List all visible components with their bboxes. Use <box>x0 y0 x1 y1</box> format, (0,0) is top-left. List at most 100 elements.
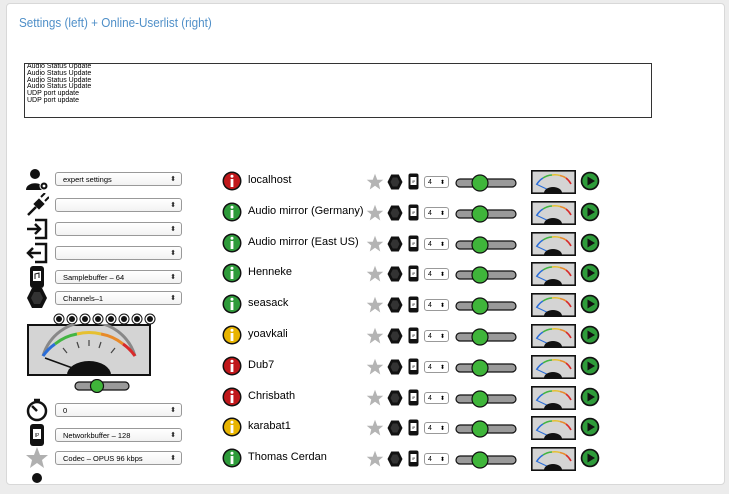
user-buffer-select[interactable]: 4 ⬍ <box>424 360 449 373</box>
play-icon[interactable] <box>580 387 600 407</box>
info-icon[interactable] <box>222 202 242 222</box>
network-buffer-icon: IP <box>408 450 419 467</box>
info-icon[interactable] <box>222 294 242 314</box>
favorite-star-icon[interactable] <box>366 450 384 468</box>
user-buffer-select[interactable]: 4 ⬍ <box>424 268 449 281</box>
channels-hex-icon[interactable] <box>386 296 404 314</box>
user-volume-slider[interactable] <box>455 297 517 315</box>
favorite-star-icon[interactable] <box>366 358 384 376</box>
info-icon[interactable] <box>222 233 242 253</box>
user-volume-slider[interactable] <box>455 235 517 254</box>
channel-dot[interactable] <box>82 316 88 322</box>
user-buffer-select[interactable]: 4 ⬍ <box>424 237 449 250</box>
info-icon[interactable] <box>222 171 242 191</box>
network-buffer-icon: IP <box>408 204 419 221</box>
user-buffer-value: 4 <box>428 271 432 279</box>
user-buffer-select[interactable]: 4 ⬍ <box>424 299 449 312</box>
user-vu-meter <box>531 293 576 318</box>
audio-input-icon <box>27 218 48 240</box>
user-buffer-value: 4 <box>428 209 432 217</box>
user-buffer-select[interactable]: 4 ⬍ <box>424 206 449 219</box>
network-buffer-icon: IP <box>408 173 419 190</box>
channels-select[interactable]: Channels–1 ⬍ <box>55 291 182 305</box>
channel-dot[interactable] <box>134 316 140 322</box>
user-vu-meter <box>531 354 576 379</box>
user-volume-slider[interactable] <box>455 359 517 377</box>
favorite-star-icon[interactable] <box>366 173 384 191</box>
master-volume-slider[interactable] <box>74 379 130 393</box>
info-icon[interactable] <box>222 448 242 468</box>
user-volume-slider[interactable] <box>455 266 517 284</box>
audio-input-select[interactable]: ⬍ <box>55 222 182 236</box>
user-buffer-select[interactable]: 4 ⬍ <box>424 453 449 466</box>
samplebuffer-select[interactable]: Samplebuffer – 64 ⬍ <box>55 270 182 284</box>
favorite-star-icon[interactable] <box>366 389 384 407</box>
play-icon[interactable] <box>580 233 600 253</box>
channels-hex-icon <box>27 288 47 308</box>
user-buffer-value: 4 <box>428 302 432 310</box>
play-icon[interactable] <box>580 294 600 314</box>
audio-output-select[interactable]: ⬍ <box>55 246 182 260</box>
user-volume-slider[interactable] <box>455 205 517 223</box>
channel-dot[interactable] <box>69 316 75 322</box>
setting-row-codec: Codec – OPUS 96 kbps ⬍ <box>25 446 182 470</box>
channels-hex-icon[interactable] <box>386 450 404 468</box>
play-icon[interactable] <box>580 171 600 191</box>
channels-hex-icon[interactable] <box>386 173 404 191</box>
channel-dot[interactable] <box>147 316 153 322</box>
channels-hex-icon[interactable] <box>386 235 404 253</box>
user-volume-slider[interactable] <box>455 420 517 438</box>
user-name: karabat1 <box>248 420 291 433</box>
user-volume-slider[interactable] <box>455 389 517 408</box>
channel-dot[interactable] <box>56 316 62 322</box>
favorite-star-icon[interactable] <box>366 204 384 222</box>
favorite-star-icon[interactable] <box>366 327 384 345</box>
user-buffer-select[interactable]: 4 ⬍ <box>424 422 449 435</box>
setting-row-networkbuffer: IP Networkbuffer – 128 ⬍ <box>25 423 182 447</box>
log-line: Audio Status Update <box>27 69 92 77</box>
play-icon[interactable] <box>580 325 600 345</box>
channels-hex-icon[interactable] <box>386 204 404 222</box>
user-volume-slider[interactable] <box>455 174 517 192</box>
info-icon[interactable] <box>222 417 242 437</box>
play-icon[interactable] <box>580 263 600 283</box>
channels-hex-icon[interactable] <box>386 327 404 345</box>
user-volume-slider[interactable] <box>455 328 517 346</box>
channel-dot[interactable] <box>121 316 127 322</box>
channels-hex-icon[interactable] <box>386 389 404 407</box>
networkbuffer-select[interactable]: Networkbuffer – 128 ⬍ <box>55 428 182 442</box>
info-icon[interactable] <box>222 263 242 283</box>
timer-select[interactable]: 0 ⬍ <box>55 403 182 417</box>
favorite-star-icon[interactable] <box>366 265 384 283</box>
info-icon[interactable] <box>222 387 242 407</box>
user-volume-slider[interactable] <box>455 451 517 469</box>
status-log[interactable]: Audio Status Update Audio Status Update … <box>24 63 652 118</box>
user-name: Audio mirror (Germany) <box>248 204 364 217</box>
chevron-updown-icon: ⬍ <box>439 457 445 464</box>
favorite-star-icon[interactable] <box>366 419 384 437</box>
user-buffer-select[interactable]: 4 ⬍ <box>424 330 449 342</box>
input-device-select[interactable]: ⬍ <box>55 198 182 212</box>
channel-dot[interactable] <box>108 316 114 322</box>
play-icon[interactable] <box>580 356 600 376</box>
play-icon[interactable] <box>580 202 600 222</box>
favorite-star-icon[interactable] <box>366 296 384 314</box>
play-icon[interactable] <box>580 417 600 437</box>
channel-dot[interactable] <box>95 316 101 322</box>
user-buffer-value: 4 <box>428 363 432 371</box>
chevron-updown-icon: ⬍ <box>170 226 176 233</box>
user-buffer-select[interactable]: 4 ⬍ <box>424 176 449 188</box>
channels-hex-icon[interactable] <box>386 265 404 283</box>
channels-hex-icon[interactable] <box>386 419 404 437</box>
chevron-updown-icon: ⬍ <box>170 432 176 439</box>
info-icon[interactable] <box>222 356 242 376</box>
play-icon[interactable] <box>580 448 600 468</box>
favorite-star-icon[interactable] <box>366 235 384 253</box>
mode-select[interactable]: expert settings ⬍ <box>55 172 182 186</box>
info-icon[interactable] <box>222 325 242 345</box>
codec-select[interactable]: Codec – OPUS 96 kbps ⬍ <box>55 451 182 465</box>
channels-hex-icon[interactable] <box>386 358 404 376</box>
user-buffer-select[interactable]: 4 ⬍ <box>424 391 449 404</box>
page-title: Settings (left) + Online-Userlist (right… <box>19 15 212 30</box>
user-vu-meter <box>531 231 576 256</box>
